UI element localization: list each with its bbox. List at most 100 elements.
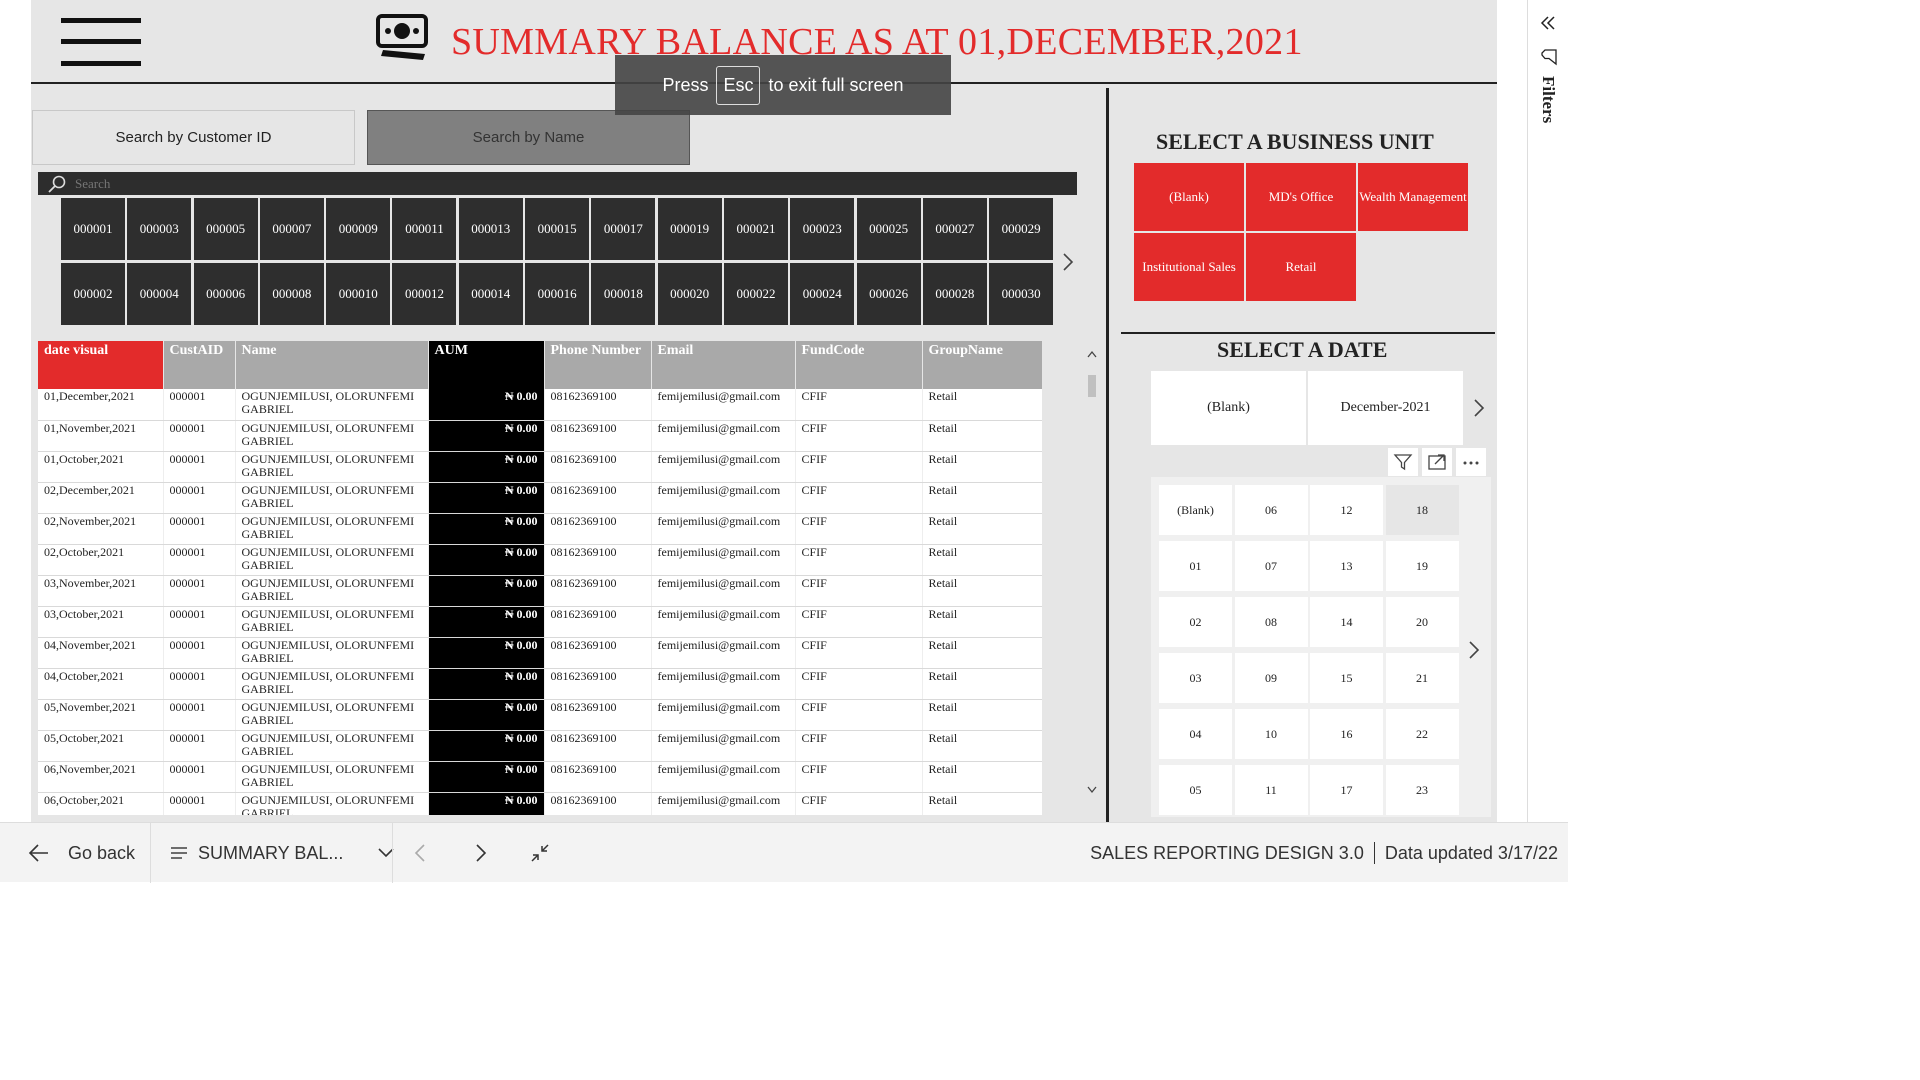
day-option[interactable]: 19 [1385, 541, 1459, 591]
go-back-button[interactable]: Go back [28, 823, 135, 883]
day-option[interactable]: 08 [1234, 597, 1308, 647]
day-option[interactable]: 06 [1234, 485, 1308, 535]
chevron-right-icon[interactable] [474, 843, 488, 863]
bu-option-blank[interactable]: (Blank) [1134, 163, 1244, 231]
chevron-right-icon[interactable] [1472, 398, 1486, 418]
customer-id-tile[interactable]: 000025 [856, 198, 921, 260]
day-option[interactable]: (Blank) [1159, 485, 1232, 535]
exit-fullscreen-icon[interactable] [529, 842, 551, 864]
customer-id-tile[interactable]: 000009 [326, 198, 391, 260]
chevron-left-icon[interactable] [413, 843, 427, 863]
column-header-date-visual[interactable]: date visual [38, 341, 164, 389]
slicer-search-input[interactable] [75, 175, 975, 192]
column-header-fundcode[interactable]: FundCode [795, 341, 923, 389]
day-option[interactable]: 10 [1234, 709, 1308, 759]
table-row[interactable]: 02,November,2021 000001 OGUNJEMILUSI, OLOR… [38, 513, 1042, 545]
page-selector[interactable]: SUMMARY BAL... [170, 823, 395, 883]
column-header-aum[interactable]: AUM [428, 341, 545, 389]
scroll-thumb[interactable] [1088, 375, 1096, 397]
customer-id-tile[interactable]: 000022 [723, 263, 788, 325]
search-by-customer-id-button[interactable]: Search by Customer ID [32, 110, 355, 165]
customer-id-tile[interactable]: 000011 [392, 198, 457, 260]
customer-id-tile[interactable]: 000020 [657, 263, 722, 325]
table-row[interactable]: 01,October,2021 000001 OGUNJEMILUSI, OLORU… [38, 451, 1042, 483]
customer-id-tile[interactable]: 000005 [193, 198, 258, 260]
hamburger-menu-icon[interactable] [61, 18, 141, 68]
month-option-december-2021[interactable]: December-2021 [1308, 371, 1463, 445]
customer-id-tile[interactable]: 000024 [790, 263, 855, 325]
customer-id-tile[interactable]: 000016 [525, 263, 590, 325]
customer-id-tile[interactable]: 000021 [723, 198, 788, 260]
chevron-right-icon[interactable] [1467, 640, 1481, 660]
day-option[interactable]: 05 [1159, 765, 1232, 815]
customer-id-tile[interactable]: 000023 [790, 198, 855, 260]
table-row[interactable]: 05,November,2021 000001 OGUNJEMILUSI, OLOR… [38, 699, 1042, 731]
day-option[interactable]: 21 [1385, 653, 1459, 703]
column-header-email[interactable]: Email [651, 341, 796, 389]
customer-id-tile[interactable]: 000028 [922, 263, 987, 325]
search-by-name-button[interactable]: Search by Name [367, 110, 690, 165]
customer-id-tile[interactable]: 000017 [591, 198, 656, 260]
day-option[interactable]: 20 [1385, 597, 1459, 647]
day-option[interactable]: 02 [1159, 597, 1232, 647]
table-row[interactable]: 05,October,2021 000001 OGUNJEMILUSI, OLORU… [38, 730, 1042, 762]
bu-option-wealth-management[interactable]: Wealth Management [1358, 163, 1468, 231]
customer-id-tile[interactable]: 000019 [657, 198, 722, 260]
customer-id-tile[interactable]: 000012 [392, 263, 457, 325]
filter-icon[interactable] [1388, 448, 1418, 476]
chevron-right-icon[interactable] [1061, 252, 1075, 272]
column-header-phone-number[interactable]: Phone Number [544, 341, 652, 389]
day-option[interactable]: 13 [1310, 541, 1383, 591]
column-header-custaid[interactable]: CustAID [163, 341, 236, 389]
day-option[interactable]: 23 [1385, 765, 1459, 815]
day-option[interactable]: 14 [1310, 597, 1383, 647]
table-row[interactable]: 01,November,2021 000001 OGUNJEMILUSI, OLOR… [38, 420, 1042, 452]
table-row[interactable]: 02,October,2021 000001 OGUNJEMILUSI, OLORU… [38, 544, 1042, 576]
table-row[interactable]: 02,December,2021 000001 OGUNJEMILUSI, OLOR… [38, 482, 1042, 514]
day-option[interactable]: 03 [1159, 653, 1232, 703]
day-option[interactable]: 22 [1385, 709, 1459, 759]
customer-id-tile[interactable]: 000002 [61, 263, 125, 325]
day-option[interactable]: 12 [1310, 485, 1383, 535]
day-option[interactable]: 09 [1234, 653, 1308, 703]
customer-id-tile[interactable]: 000029 [989, 198, 1054, 260]
day-option[interactable]: 07 [1234, 541, 1308, 591]
customer-id-tile[interactable]: 000010 [326, 263, 391, 325]
day-option[interactable]: 04 [1159, 709, 1232, 759]
table-row[interactable]: 03,October,2021 000001 OGUNJEMILUSI, OLORU… [38, 606, 1042, 638]
customer-id-tile[interactable]: 000006 [193, 263, 258, 325]
filters-pane-label[interactable]: Filters [1538, 76, 1558, 123]
customer-id-tile[interactable]: 000027 [922, 198, 987, 260]
table-scrollbar[interactable] [1085, 345, 1099, 800]
column-header-groupname[interactable]: GroupName [922, 341, 1042, 389]
table-row[interactable]: 03,November,2021 000001 OGUNJEMILUSI, OLOR… [38, 575, 1042, 607]
bu-option-mds-office[interactable]: MD's Office [1246, 163, 1356, 231]
customer-id-tile[interactable]: 000003 [127, 198, 192, 260]
table-row[interactable]: 04,October,2021 000001 OGUNJEMILUSI, OLORU… [38, 668, 1042, 700]
scroll-down-icon[interactable] [1086, 785, 1098, 795]
day-option[interactable]: 17 [1310, 765, 1383, 815]
column-header-name[interactable]: Name [235, 341, 429, 389]
table-row[interactable]: 01,December,2021 000001 OGUNJEMILUSI, OLOR… [38, 389, 1042, 421]
table-row[interactable]: 04,November,2021 000001 OGUNJEMILUSI, OLOR… [38, 637, 1042, 669]
table-row[interactable]: 06,October,2021 000001 OGUNJEMILUSI, OLORU… [38, 792, 1042, 815]
focus-mode-icon[interactable] [1422, 448, 1452, 476]
table-row[interactable]: 06,November,2021 000001 OGUNJEMILUSI, OLOR… [38, 761, 1042, 793]
customer-id-tile[interactable]: 000013 [458, 198, 523, 260]
customer-id-tile[interactable]: 000007 [259, 198, 324, 260]
day-option[interactable]: 01 [1159, 541, 1232, 591]
customer-id-tile[interactable]: 000004 [127, 263, 192, 325]
day-option[interactable]: 15 [1310, 653, 1383, 703]
day-option[interactable]: 11 [1234, 765, 1308, 815]
customer-id-tile[interactable]: 000001 [61, 198, 125, 260]
customer-id-tile[interactable]: 000008 [259, 263, 324, 325]
customer-id-tile[interactable]: 000026 [856, 263, 921, 325]
day-option[interactable]: 16 [1310, 709, 1383, 759]
scroll-up-icon[interactable] [1086, 349, 1098, 359]
more-options-icon[interactable] [1456, 448, 1486, 476]
month-option-blank[interactable]: (Blank) [1151, 371, 1306, 445]
bu-option-institutional-sales[interactable]: Institutional Sales [1134, 233, 1244, 301]
filter-funnel-icon[interactable] [1540, 48, 1558, 66]
day-option[interactable]: 18 [1385, 485, 1459, 535]
collapse-pane-icon[interactable] [1539, 14, 1557, 32]
